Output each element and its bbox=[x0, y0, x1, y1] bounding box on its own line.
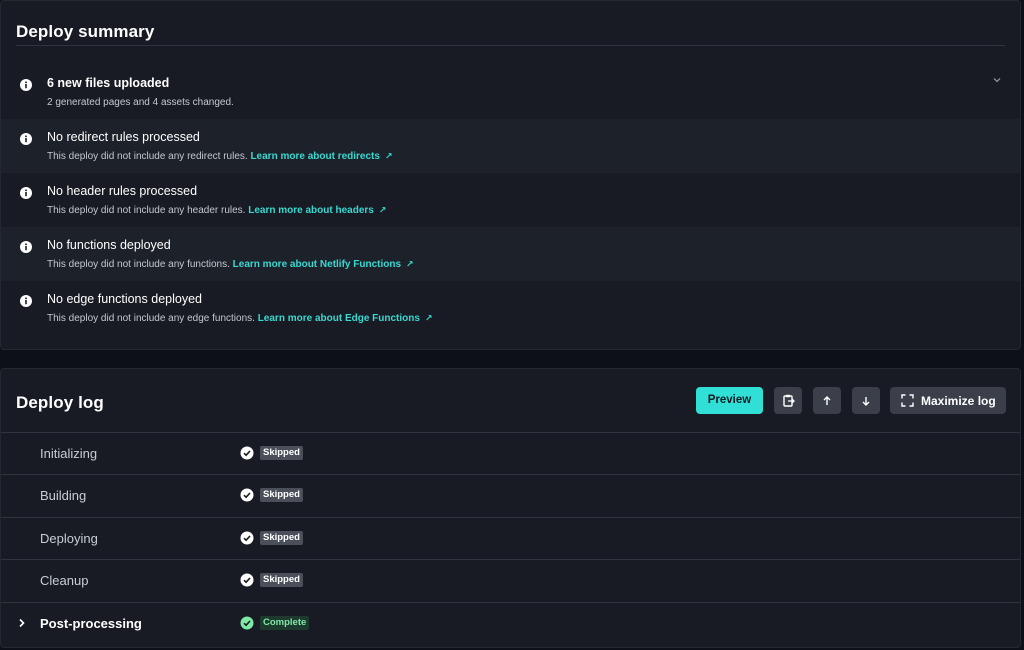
row-description-text: This deploy did not include any function… bbox=[47, 259, 230, 270]
clipboard-icon bbox=[782, 394, 795, 407]
preview-button[interactable]: Preview bbox=[696, 387, 763, 414]
summary-row-functions: No functions deployed This deploy did no… bbox=[1, 227, 1020, 281]
deploy-summary-card: Deploy summary 6 new files uploaded 2 ge… bbox=[0, 0, 1021, 350]
chevron-right-icon[interactable] bbox=[18, 617, 26, 629]
row-description: This deploy did not include any redirect… bbox=[47, 151, 392, 162]
info-icon bbox=[20, 79, 32, 91]
log-step-initializing[interactable]: Initializing Skipped bbox=[1, 432, 1020, 474]
learn-more-headers-link[interactable]: Learn more about headers ↗ bbox=[248, 205, 386, 216]
log-step-deploying[interactable]: Deploying Skipped bbox=[1, 517, 1020, 559]
row-description-text: This deploy did not include any redirect… bbox=[47, 151, 248, 162]
status-badge: Skipped bbox=[260, 446, 303, 460]
link-label[interactable]: Learn more about Edge Functions bbox=[258, 313, 420, 324]
check-circle-icon bbox=[240, 446, 254, 460]
check-circle-icon bbox=[240, 573, 254, 587]
external-link-icon: ↗ bbox=[384, 151, 393, 161]
row-heading: 6 new files uploaded bbox=[47, 76, 170, 90]
info-icon bbox=[20, 187, 32, 199]
learn-more-redirects-link[interactable]: Learn more about redirects ↗ bbox=[250, 151, 392, 162]
status-badge: Complete bbox=[260, 616, 310, 630]
step-name: Initializing bbox=[40, 446, 98, 461]
status-badge: Skipped bbox=[260, 573, 303, 587]
title-divider bbox=[16, 45, 1005, 46]
deploy-log-card: Deploy log Preview Maximize log Initiali… bbox=[0, 368, 1021, 648]
copy-log-button[interactable] bbox=[774, 387, 802, 414]
link-label[interactable]: Learn more about headers bbox=[248, 205, 374, 216]
check-circle-icon bbox=[240, 616, 254, 630]
log-step-cleanup[interactable]: Cleanup Skipped bbox=[1, 559, 1020, 601]
status-badge: Skipped bbox=[260, 531, 303, 545]
log-step-building[interactable]: Building Skipped bbox=[1, 474, 1020, 516]
row-description-text: This deploy did not include any edge fun… bbox=[47, 313, 255, 324]
info-icon bbox=[20, 133, 32, 145]
arrow-down-icon bbox=[862, 396, 870, 406]
summary-title: Deploy summary bbox=[16, 22, 155, 41]
maximize-icon bbox=[901, 394, 914, 407]
row-heading: No redirect rules processed bbox=[47, 130, 200, 144]
row-description: This deploy did not include any edge fun… bbox=[47, 313, 433, 324]
summary-row-files-uploaded[interactable]: 6 new files uploaded 2 generated pages a… bbox=[1, 65, 1020, 119]
status-badge: Skipped bbox=[260, 488, 303, 502]
check-circle-icon bbox=[240, 531, 254, 545]
row-heading: No functions deployed bbox=[47, 238, 171, 252]
arrow-up-icon bbox=[823, 395, 831, 405]
step-name: Post-processing bbox=[40, 616, 142, 631]
info-icon bbox=[20, 241, 32, 253]
learn-more-edge-functions-link[interactable]: Learn more about Edge Functions ↗ bbox=[258, 313, 433, 324]
summary-row-redirects: No redirect rules processed This deploy … bbox=[1, 119, 1020, 173]
row-heading: No header rules processed bbox=[47, 184, 198, 198]
row-description: This deploy did not include any header r… bbox=[47, 205, 386, 216]
log-step-post-processing[interactable]: Post-processing Complete bbox=[1, 602, 1020, 644]
info-icon bbox=[20, 295, 32, 307]
maximize-log-button[interactable]: Maximize log bbox=[890, 387, 1006, 414]
scroll-bottom-button[interactable] bbox=[852, 387, 880, 414]
row-description-text: This deploy did not include any header r… bbox=[47, 205, 246, 216]
external-link-icon: ↗ bbox=[424, 313, 433, 323]
log-title: Deploy log bbox=[16, 393, 104, 412]
step-name: Cleanup bbox=[40, 573, 89, 588]
link-label[interactable]: Learn more about redirects bbox=[250, 151, 379, 162]
chevron-down-icon[interactable] bbox=[992, 75, 1002, 85]
link-label[interactable]: Learn more about Netlify Functions bbox=[233, 259, 401, 270]
scroll-top-button[interactable] bbox=[813, 387, 841, 414]
summary-row-headers: No header rules processed This deploy di… bbox=[1, 173, 1020, 227]
row-description: 2 generated pages and 4 assets changed. bbox=[47, 97, 234, 108]
step-name: Building bbox=[40, 488, 87, 503]
check-circle-icon bbox=[240, 488, 254, 502]
step-name: Deploying bbox=[40, 531, 98, 546]
learn-more-functions-link[interactable]: Learn more about Netlify Functions ↗ bbox=[233, 259, 414, 270]
row-heading: No edge functions deployed bbox=[47, 292, 202, 306]
maximize-label[interactable]: Maximize log bbox=[921, 394, 996, 408]
row-description: This deploy did not include any function… bbox=[47, 259, 414, 270]
external-link-icon: ↗ bbox=[406, 259, 414, 269]
external-link-icon: ↗ bbox=[378, 205, 387, 215]
summary-row-edge-functions: No edge functions deployed This deploy d… bbox=[1, 281, 1020, 335]
